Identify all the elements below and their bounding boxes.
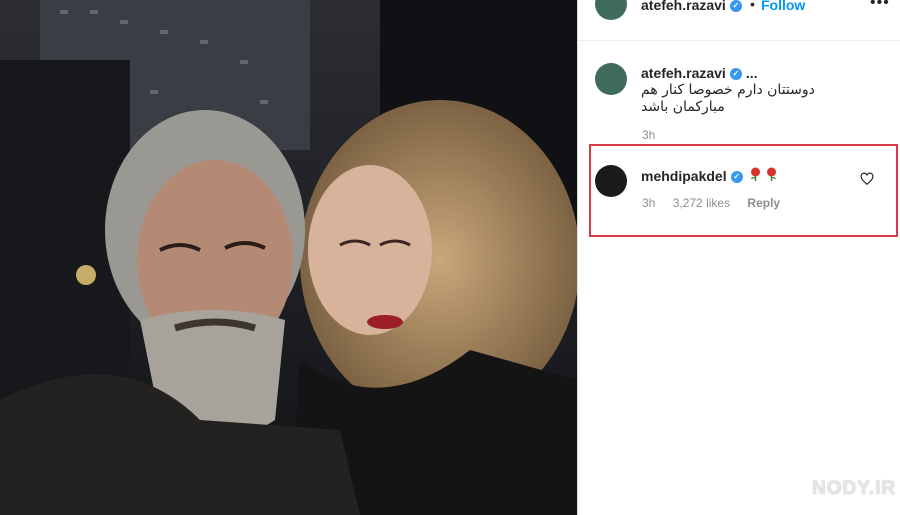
verified-badge-icon: ✓ [730, 171, 743, 184]
comment-meta: 3h 3,272 likes Reply [642, 196, 794, 210]
post-photo[interactable] [0, 0, 577, 515]
author-username-text[interactable]: atefeh.razavi [641, 0, 726, 13]
reply-button[interactable]: Reply [747, 196, 780, 210]
author-username[interactable]: atefeh.razavi ✓ [641, 0, 742, 13]
caption-timestamp: 3h [642, 128, 656, 142]
verified-badge-icon: ✓ [729, 68, 742, 81]
caption-text: دوستتان دارم خصوصا کنار هم مبارکمان باشد [641, 82, 815, 116]
caption-username[interactable]: atefeh.razavi ✓... [641, 65, 758, 81]
caption-author-avatar[interactable] [595, 63, 627, 95]
rose-icon [749, 167, 762, 184]
caption-username-text[interactable]: atefeh.razavi [641, 65, 726, 81]
commenter-avatar[interactable] [595, 165, 627, 197]
comment-likes-count[interactable]: 3,272 likes [673, 196, 730, 210]
like-heart-icon[interactable] [860, 172, 874, 186]
caption-ellipsis: ... [745, 65, 758, 81]
verified-badge-icon: ✓ [729, 0, 742, 13]
caption-line-2: مبارکمان باشد [641, 99, 725, 115]
commenter-username[interactable]: mehdipakdel [641, 168, 727, 184]
post-side-panel: atefeh.razavi ✓ • Follow ••• atefeh.razav… [577, 0, 900, 515]
comment-body: mehdipakdel ✓ [641, 167, 778, 184]
comment-timestamp: 3h [642, 196, 656, 210]
rose-icon [765, 167, 778, 184]
post-header: atefeh.razavi ✓ • Follow ••• [578, 0, 900, 41]
header-separator: • [750, 0, 755, 12]
comment-highlight-box [589, 144, 898, 237]
caption-line-1: دوستتان دارم خصوصا کنار هم [641, 82, 815, 98]
follow-button[interactable]: Follow [761, 0, 805, 13]
selfie-photo-illustration [0, 0, 577, 515]
site-watermark: NODY.IR [812, 478, 897, 499]
author-avatar[interactable] [595, 0, 627, 20]
more-options-icon[interactable]: ••• [870, 0, 890, 12]
